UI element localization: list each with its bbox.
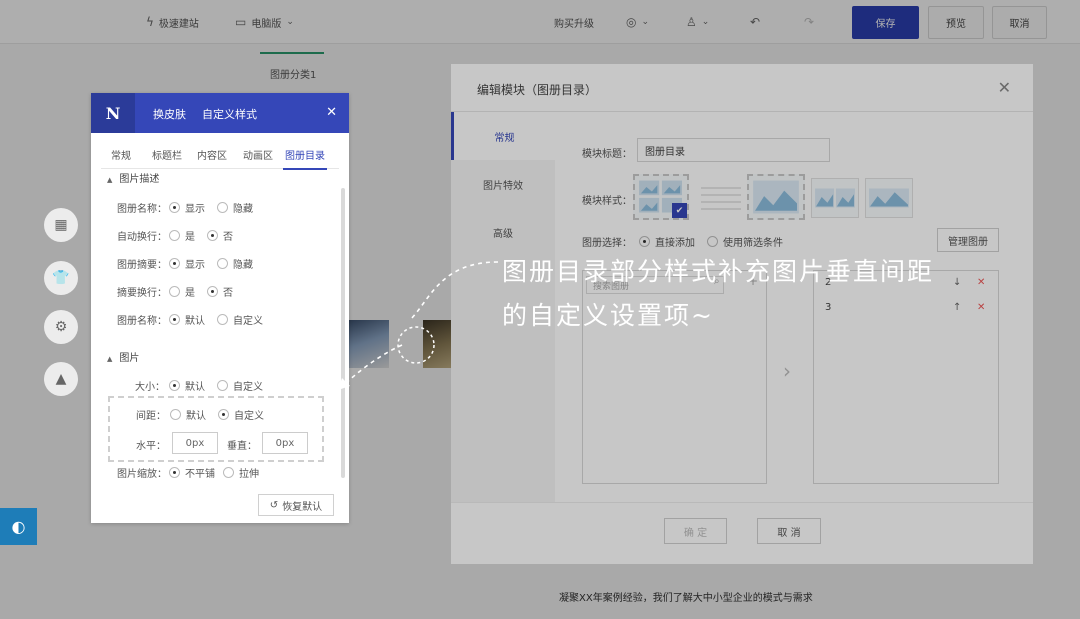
auto-wrap-yes-radio[interactable]: 是 (169, 228, 195, 243)
tab-title-bar[interactable]: 标题栏 (152, 147, 182, 162)
tab-album-catalog[interactable]: 图册目录 (283, 147, 327, 170)
album-summary-hide-radio[interactable]: 隐藏 (217, 256, 253, 271)
help-icon: ◐ (11, 517, 26, 536)
panel-tabs: 常规 标题栏 内容区 动画区 图册目录 (101, 145, 339, 170)
grid-tool-button[interactable]: ▦ (44, 208, 78, 242)
horizontal-label: 水平： (136, 441, 166, 452)
auto-wrap-label: 自动换行： (117, 232, 167, 243)
annotation-text-line1: 图册目录部分样式补充图片垂直间距 (502, 257, 935, 286)
spacing-default-radio[interactable]: 默认 (170, 407, 206, 422)
tshirt-icon: 👕 (52, 270, 70, 286)
grid-icon: ▦ (54, 217, 68, 233)
panel-scrollbar[interactable] (341, 188, 345, 478)
scale-no-tile-radio[interactable]: 不平铺 (169, 465, 215, 480)
vertical-spacing-input[interactable]: 0px (262, 432, 308, 454)
tab-custom-style[interactable]: 自定义样式 (202, 106, 257, 135)
section-image-desc[interactable]: ▲ 图片描述 (107, 170, 159, 185)
album-summary-show-radio[interactable]: 显示 (169, 256, 205, 271)
rocket-tool-button[interactable]: ▲ (44, 362, 78, 396)
album-summary-label: 图册摘要： (117, 260, 167, 271)
horizontal-spacing-input[interactable]: 0px (172, 432, 218, 454)
vertical-label: 垂直： (227, 441, 257, 452)
reset-icon: ↺ (269, 499, 279, 511)
annotation-text-line2: 的自定义设置项~ (502, 301, 714, 330)
spacing-settings-highlight: 间距： 默认 自定义 水平： 0px 垂直： 0px (105, 393, 327, 465)
triangle-icon: ▲ (107, 355, 113, 363)
image-scale-label: 图片缩放： (117, 469, 167, 480)
gear-icon: ⚙ (54, 319, 68, 335)
tab-change-skin[interactable]: 换皮肤 (153, 106, 186, 122)
panel-header: N 换皮肤 自定义样式 ✕ (91, 93, 349, 135)
close-icon[interactable]: ✕ (326, 105, 337, 120)
help-badge[interactable]: ◐ (0, 508, 37, 545)
tab-general[interactable]: 常规 (111, 147, 131, 162)
album-name-default-radio[interactable]: 默认 (169, 312, 205, 327)
summary-wrap-label: 摘要换行： (117, 288, 167, 299)
summary-wrap-no-radio[interactable]: 否 (207, 284, 233, 299)
album-name-style-label: 图册名称： (117, 316, 167, 327)
size-label: 大小： (135, 382, 165, 393)
reset-default-button[interactable]: ↺ 恢复默认 (258, 494, 334, 516)
triangle-icon: ▲ (107, 176, 113, 184)
scale-stretch-radio[interactable]: 拉伸 (223, 465, 259, 480)
skin-tool-button[interactable]: 👕 (44, 261, 78, 295)
rocket-icon: ▲ (55, 371, 67, 387)
settings-tool-button[interactable]: ⚙ (44, 310, 78, 344)
summary-wrap-yes-radio[interactable]: 是 (169, 284, 195, 299)
album-name-custom-radio[interactable]: 自定义 (217, 312, 263, 327)
size-default-radio[interactable]: 默认 (169, 378, 205, 393)
tab-animation-area[interactable]: 动画区 (243, 147, 273, 162)
auto-wrap-no-radio[interactable]: 否 (207, 228, 233, 243)
album-name-label: 图册名称： (117, 204, 167, 215)
spacing-label: 间距： (136, 411, 166, 422)
album-name-hide-radio[interactable]: 隐藏 (217, 200, 253, 215)
album-name-show-radio[interactable]: 显示 (169, 200, 205, 215)
panel-logo: N (91, 93, 135, 133)
size-custom-radio[interactable]: 自定义 (217, 378, 263, 393)
spacing-custom-radio[interactable]: 自定义 (218, 407, 264, 422)
section-image[interactable]: ▲ 图片 (107, 349, 139, 364)
tab-content-area[interactable]: 内容区 (197, 147, 227, 162)
